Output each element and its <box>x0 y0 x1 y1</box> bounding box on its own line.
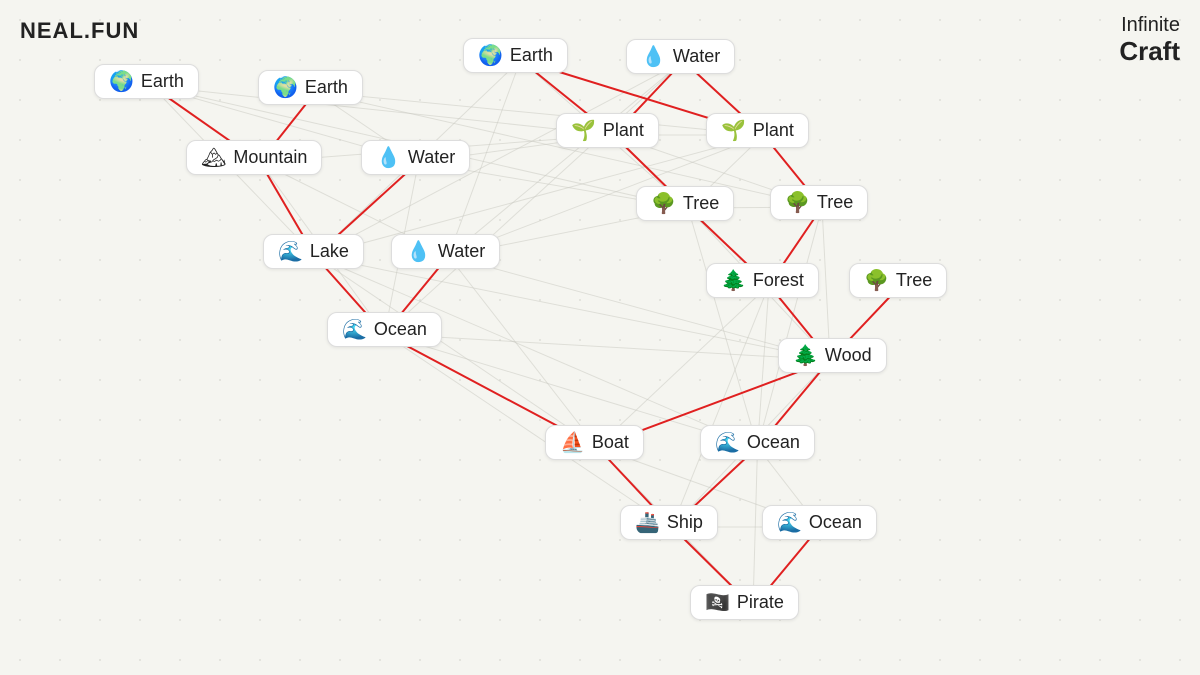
node-water1[interactable]: 💧 Water <box>626 39 735 74</box>
node-icon-tree3: 🌳 <box>864 271 889 291</box>
node-icon-lake: 🌊 <box>278 242 303 262</box>
node-label-tree3: Tree <box>896 270 932 291</box>
node-label-wood: Wood <box>825 345 872 366</box>
node-label-water3: Water <box>438 241 485 262</box>
node-icon-ship: 🚢 <box>635 513 660 533</box>
node-label-mountain: Mountain <box>233 147 307 168</box>
node-icon-ocean1: 🌊 <box>342 320 367 340</box>
node-icon-ocean3: 🌊 <box>777 513 802 533</box>
node-label-water1: Water <box>673 46 720 67</box>
node-earth3[interactable]: 🌍 Earth <box>463 38 568 73</box>
node-water3[interactable]: 💧 Water <box>391 234 500 269</box>
node-label-boat: Boat <box>592 432 629 453</box>
node-water2[interactable]: 💧 Water <box>361 140 470 175</box>
node-label-ocean3: Ocean <box>809 512 862 533</box>
node-boat[interactable]: ⛵ Boat <box>545 425 644 460</box>
node-icon-pirate: 🏴‍☠️ <box>705 593 730 613</box>
node-icon-plant2: 🌱 <box>721 121 746 141</box>
node-label-lake: Lake <box>310 241 349 262</box>
node-icon-water1: 💧 <box>641 47 666 67</box>
node-label-ship: Ship <box>667 512 703 533</box>
node-plant2[interactable]: 🌱 Plant <box>706 113 809 148</box>
node-label-forest: Forest <box>753 270 804 291</box>
node-icon-wood: 🌲 <box>793 346 818 366</box>
node-label-earth2: Earth <box>305 77 348 98</box>
node-icon-mountain: 🏔 <box>201 148 226 168</box>
node-tree1[interactable]: 🌳 Tree <box>636 186 734 221</box>
node-icon-earth3: 🌍 <box>478 46 503 66</box>
node-label-tree1: Tree <box>683 193 719 214</box>
node-forest[interactable]: 🌲 Forest <box>706 263 819 298</box>
node-ocean2[interactable]: 🌊 Ocean <box>700 425 815 460</box>
node-icon-ocean2: 🌊 <box>715 433 740 453</box>
node-tree3[interactable]: 🌳 Tree <box>849 263 947 298</box>
node-pirate[interactable]: 🏴‍☠️ Pirate <box>690 585 799 620</box>
node-earth1[interactable]: 🌍 Earth <box>94 64 199 99</box>
node-wood[interactable]: 🌲 Wood <box>778 338 887 373</box>
node-label-earth3: Earth <box>510 45 553 66</box>
node-label-plant1: Plant <box>603 120 644 141</box>
node-label-water2: Water <box>408 147 455 168</box>
node-tree2[interactable]: 🌳 Tree <box>770 185 868 220</box>
node-icon-water2: 💧 <box>376 148 401 168</box>
node-mountain[interactable]: 🏔 Mountain <box>186 140 322 175</box>
node-ship[interactable]: 🚢 Ship <box>620 505 718 540</box>
node-earth2[interactable]: 🌍 Earth <box>258 70 363 105</box>
node-label-ocean1: Ocean <box>374 319 427 340</box>
infinite-craft-logo: Infinite Craft <box>1119 14 1180 67</box>
node-icon-water3: 💧 <box>406 242 431 262</box>
node-label-tree2: Tree <box>817 192 853 213</box>
node-label-pirate: Pirate <box>737 592 784 613</box>
node-icon-boat: ⛵ <box>560 433 585 453</box>
node-plant1[interactable]: 🌱 Plant <box>556 113 659 148</box>
node-icon-earth2: 🌍 <box>273 78 298 98</box>
node-ocean3[interactable]: 🌊 Ocean <box>762 505 877 540</box>
node-icon-earth1: 🌍 <box>109 72 134 92</box>
connections-svg <box>0 0 1200 675</box>
node-label-plant2: Plant <box>753 120 794 141</box>
node-icon-tree2: 🌳 <box>785 193 810 213</box>
node-ocean1[interactable]: 🌊 Ocean <box>327 312 442 347</box>
node-icon-tree1: 🌳 <box>651 194 676 214</box>
node-icon-plant1: 🌱 <box>571 121 596 141</box>
node-lake[interactable]: 🌊 Lake <box>263 234 364 269</box>
node-label-ocean2: Ocean <box>747 432 800 453</box>
node-label-earth1: Earth <box>141 71 184 92</box>
node-icon-forest: 🌲 <box>721 271 746 291</box>
neal-fun-logo: NEAL.FUN <box>20 18 139 44</box>
